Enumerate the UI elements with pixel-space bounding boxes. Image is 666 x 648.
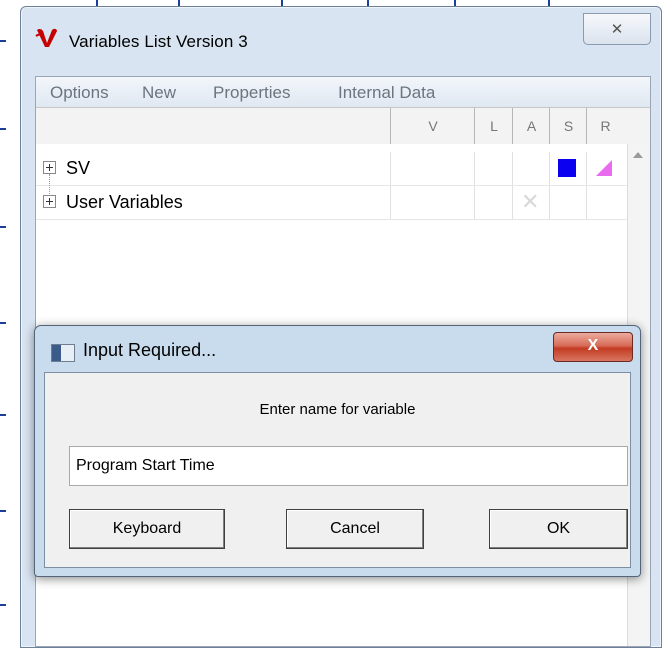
input-required-dialog: Input Required... X Enter name for varia… (34, 325, 641, 577)
cell-s[interactable] (549, 152, 587, 185)
menu-properties[interactable]: Properties (213, 83, 290, 103)
keyboard-button[interactable]: Keyboard (69, 509, 225, 549)
ok-button[interactable]: OK (489, 509, 628, 549)
menu-internal-data[interactable]: Internal Data (338, 83, 435, 103)
column-v[interactable]: V (390, 108, 475, 144)
variable-name-input[interactable] (69, 446, 628, 486)
window-titlebar[interactable]: Variables List Version 3 ✕ (21, 7, 661, 69)
canvas-tick (0, 322, 6, 324)
column-header: V L A S R (36, 107, 650, 145)
expand-icon[interactable] (43, 195, 56, 208)
column-name[interactable] (36, 108, 390, 144)
column-a[interactable]: A (512, 108, 550, 144)
window-icon (51, 344, 75, 362)
expand-icon[interactable] (43, 161, 56, 174)
cell-r (586, 186, 624, 219)
tree-row-sv[interactable]: SV (36, 152, 650, 194)
canvas-tick (0, 128, 6, 130)
canvas-tick (0, 414, 6, 416)
v-logo-icon (35, 28, 57, 47)
tree-row-user-variables[interactable]: User Variables ✕ (36, 186, 650, 220)
cell-a (512, 152, 550, 185)
canvas-tick (0, 510, 6, 512)
color-swatch-blue (558, 159, 576, 177)
canvas-tick (0, 40, 6, 42)
cell-v (390, 152, 475, 185)
menu-new[interactable]: New (142, 83, 176, 103)
cancel-button[interactable]: Cancel (286, 509, 424, 549)
dialog-title: Input Required... (83, 340, 217, 360)
cell-v (390, 186, 475, 219)
dialog-body: Enter name for variable Keyboard Cancel … (44, 372, 631, 568)
column-l[interactable]: L (474, 108, 513, 144)
column-s[interactable]: S (549, 108, 587, 144)
cell-l (474, 186, 513, 219)
canvas-tick (0, 226, 6, 228)
cross-icon: ✕ (521, 189, 540, 214)
canvas-tick (0, 604, 6, 606)
color-swatch-pink (596, 160, 612, 176)
tree-label: SV (66, 158, 91, 178)
dialog-close-button[interactable]: X (553, 332, 633, 362)
window-close-button[interactable]: ✕ (583, 13, 651, 45)
close-icon: ✕ (610, 21, 624, 38)
tree-label: User Variables (66, 192, 183, 212)
cell-s (549, 186, 587, 219)
menu-bar: Options New Properties Internal Data (36, 77, 650, 107)
window-title: Variables List Version 3 (69, 32, 248, 51)
cell-a: ✕ (512, 186, 550, 219)
dialog-prompt: Enter name for variable (259, 401, 416, 418)
menu-options[interactable]: Options (50, 83, 109, 103)
cell-l (474, 152, 513, 185)
column-r[interactable]: R (586, 108, 624, 144)
scroll-up-arrow-icon[interactable] (633, 152, 643, 158)
cell-r[interactable] (586, 152, 624, 185)
